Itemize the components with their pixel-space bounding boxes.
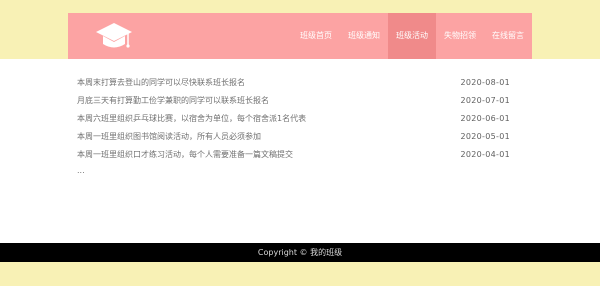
- activity-list: 本周末打算去登山的同学可以尽快联系班长报名 2020-08-01 月底三天有打算…: [77, 73, 510, 163]
- activity-title[interactable]: 本周末打算去登山的同学可以尽快联系班长报名: [77, 77, 245, 88]
- list-item: 本周末打算去登山的同学可以尽快联系班长报名 2020-08-01: [77, 73, 510, 91]
- more-ellipsis: ...: [77, 166, 85, 175]
- nav-item-messages[interactable]: 在线留言: [484, 13, 532, 59]
- activity-date: 2020-04-01: [460, 149, 510, 159]
- bottom-band: [0, 262, 600, 286]
- nav-item-lost-and-found[interactable]: 失物招领: [436, 13, 484, 59]
- list-item: 本周一班里组织口才练习活动，每个人需要准备一篇文稿提交 2020-04-01: [77, 145, 510, 163]
- activity-title[interactable]: 本周一班里组织图书馆阅读活动，所有人员必须参加: [77, 131, 261, 142]
- main-content: 本周末打算去登山的同学可以尽快联系班长报名 2020-08-01 月底三天有打算…: [0, 59, 600, 243]
- site-header: 班级首页 班级通知 班级活动 失物招领 在线留言: [68, 13, 532, 59]
- activity-title[interactable]: 本周一班里组织口才练习活动，每个人需要准备一篇文稿提交: [77, 149, 293, 160]
- list-item: 月底三天有打算勤工俭学兼职的同学可以联系班长报名 2020-07-01: [77, 91, 510, 109]
- list-item: 本周一班里组织图书馆阅读活动，所有人员必须参加 2020-05-01: [77, 127, 510, 145]
- nav-item-home[interactable]: 班级首页: [292, 13, 340, 59]
- nav-item-notices[interactable]: 班级通知: [340, 13, 388, 59]
- activity-date: 2020-07-01: [460, 95, 510, 105]
- activity-date: 2020-05-01: [460, 131, 510, 141]
- main-nav: 班级首页 班级通知 班级活动 失物招领 在线留言: [292, 13, 532, 59]
- activity-date: 2020-06-01: [460, 113, 510, 123]
- copyright-text: Copyright © 我的班级: [257, 248, 343, 257]
- nav-item-activities[interactable]: 班级活动: [388, 13, 436, 59]
- activity-title[interactable]: 月底三天有打算勤工俭学兼职的同学可以联系班长报名: [77, 95, 269, 106]
- list-item: 本周六班里组织乒乓球比赛，以宿舍为单位，每个宿舍派1名代表 2020-06-01: [77, 109, 510, 127]
- footer: Copyright © 我的班级: [0, 243, 600, 262]
- graduation-cap-icon[interactable]: [94, 21, 134, 53]
- activity-title[interactable]: 本周六班里组织乒乓球比赛，以宿舍为单位，每个宿舍派1名代表: [77, 113, 306, 124]
- activity-date: 2020-08-01: [460, 77, 510, 87]
